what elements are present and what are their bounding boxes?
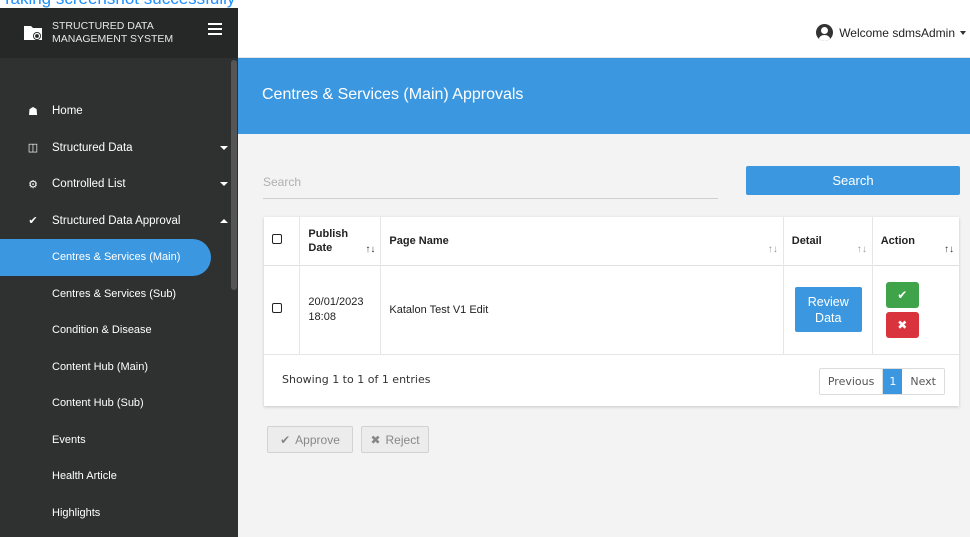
caret-down-icon (220, 182, 228, 186)
sort-icon[interactable]: ↑↓ (365, 244, 375, 255)
sidebar-subitem-centres-services-main[interactable]: Centres & Services (Main) (0, 239, 211, 276)
banner-text: Taking screenshot successfully (2, 0, 235, 8)
approvals-table: Publish Date ↑↓ Page Name ↑↓ Detail ↑↓ A… (264, 217, 959, 355)
publish-date-value: 20/01/2023 18:08 (308, 295, 364, 323)
sidebar: STRUCTURED DATA MANAGEMENT SYSTEM ☗ Home… (0, 8, 238, 537)
sidebar-item-label: Controlled List (52, 178, 126, 191)
page-header: Centres & Services (Main) Approvals (238, 58, 970, 134)
sort-icon[interactable]: ↑↓ (857, 244, 867, 255)
search-button[interactable]: Search (746, 166, 960, 195)
action-cell: ✔ ✖ (872, 265, 959, 354)
sidebar-subitem-centres-services-sub[interactable]: Centres & Services (Sub) (0, 276, 238, 313)
approvals-table-card: Publish Date ↑↓ Page Name ↑↓ Detail ↑↓ A… (264, 217, 959, 406)
detail-cell: Review Data (783, 265, 873, 354)
approve-label: Approve (295, 432, 340, 447)
column-page-name[interactable]: Page Name ↑↓ (380, 217, 784, 265)
brand: STRUCTURED DATA MANAGEMENT SYSTEM (0, 8, 238, 58)
caret-down-icon (960, 30, 966, 35)
close-icon: ✖ (370, 432, 381, 447)
sidebar-item-label: Structured Data Approval (52, 214, 181, 227)
sidebar-item-home[interactable]: ☗ Home (0, 93, 238, 130)
column-publish-date[interactable]: Publish Date ↑↓ (299, 217, 382, 265)
sidebar-subitem-condition-disease[interactable]: Condition & Disease (0, 312, 238, 349)
reject-button[interactable]: ✖ Reject (361, 426, 429, 453)
sidebar-subitem-events[interactable]: Events (0, 422, 238, 459)
publish-date-cell: 20/01/2023 18:08 (299, 265, 382, 354)
row-select-cell (264, 265, 301, 354)
column-label: Detail (791, 234, 822, 247)
sort-icon[interactable]: ↑↓ (944, 244, 954, 255)
row-reject-x-icon[interactable]: ✖ (885, 311, 919, 338)
select-all-header (264, 217, 301, 265)
column-action[interactable]: Action ↑↓ (872, 217, 959, 265)
user-avatar-icon (816, 24, 834, 41)
sidebar-item-label: Structured Data (52, 141, 133, 154)
sidebar-subitem-content-hub-main[interactable]: Content Hub (Main) (0, 349, 238, 386)
sidebar-item-structured-data[interactable]: ◫ Structured Data (0, 130, 238, 167)
check-icon: ✔ (28, 215, 38, 228)
hamburger-menu-icon[interactable] (208, 23, 222, 38)
check-icon: ✔ (280, 432, 291, 447)
column-detail[interactable]: Detail ↑↓ (783, 217, 873, 265)
page-1-button[interactable]: 1 (883, 369, 903, 394)
sort-icon[interactable]: ↑↓ (768, 244, 778, 255)
sidebar-item-controlled-list[interactable]: ⚙ Controlled List (0, 166, 238, 203)
sidebar-subitem-highlights[interactable]: Highlights (0, 495, 238, 532)
home-icon: ☗ (28, 105, 38, 118)
review-data-button[interactable]: Review Data (794, 287, 862, 332)
caret-down-icon (220, 145, 228, 150)
welcome-text: Welcome sdmsAdmin (839, 25, 955, 40)
next-page-button[interactable]: Next (902, 369, 944, 394)
column-label: Publish Date (308, 227, 349, 254)
sidebar-item-structured-data-approval[interactable]: ✔ Structured Data Approval (0, 203, 238, 240)
table-row: 20/01/2023 18:08 Katalon Test V1 Edit Re… (264, 265, 959, 354)
caret-up-icon (220, 218, 228, 223)
page-title: Centres & Services (Main) Approvals (262, 86, 524, 103)
page-name-cell: Katalon Test V1 Edit (380, 265, 784, 354)
cogs-icon: ⚙ (28, 178, 38, 191)
previous-page-button[interactable]: Previous (820, 369, 884, 394)
row-checkbox[interactable] (272, 303, 282, 313)
search-input[interactable] (263, 166, 718, 199)
brand-title: STRUCTURED DATA MANAGEMENT SYSTEM (52, 20, 174, 45)
row-approve-check-icon[interactable]: ✔ (885, 281, 919, 308)
column-label: Page Name (389, 234, 449, 247)
reject-label: Reject (385, 432, 420, 447)
table-header-row: Publish Date ↑↓ Page Name ↑↓ Detail ↑↓ A… (264, 217, 959, 265)
user-menu[interactable]: Welcome sdmsAdmin (816, 24, 966, 41)
sidebar-nav: ☗ Home ◫ Structured Data ⚙ Controlled Li… (0, 93, 238, 531)
pagination: Previous 1 Next (818, 368, 945, 395)
sidebar-item-label: Home (52, 105, 83, 118)
approve-button[interactable]: ✔ Approve (267, 426, 353, 453)
sidebar-subitem-content-hub-sub[interactable]: Content Hub (Sub) (0, 385, 238, 422)
sidebar-subitem-health-article[interactable]: Health Article (0, 458, 238, 495)
table-info: Showing 1 to 1 of 1 entries (282, 373, 431, 386)
logo-icon (24, 26, 42, 40)
database-icon: ◫ (27, 142, 39, 155)
select-all-checkbox[interactable] (272, 234, 282, 245)
column-label: Action (880, 234, 915, 247)
topbar: Welcome sdmsAdmin (238, 8, 970, 58)
screenshot-banner: Taking screenshot successfully (0, 0, 970, 8)
